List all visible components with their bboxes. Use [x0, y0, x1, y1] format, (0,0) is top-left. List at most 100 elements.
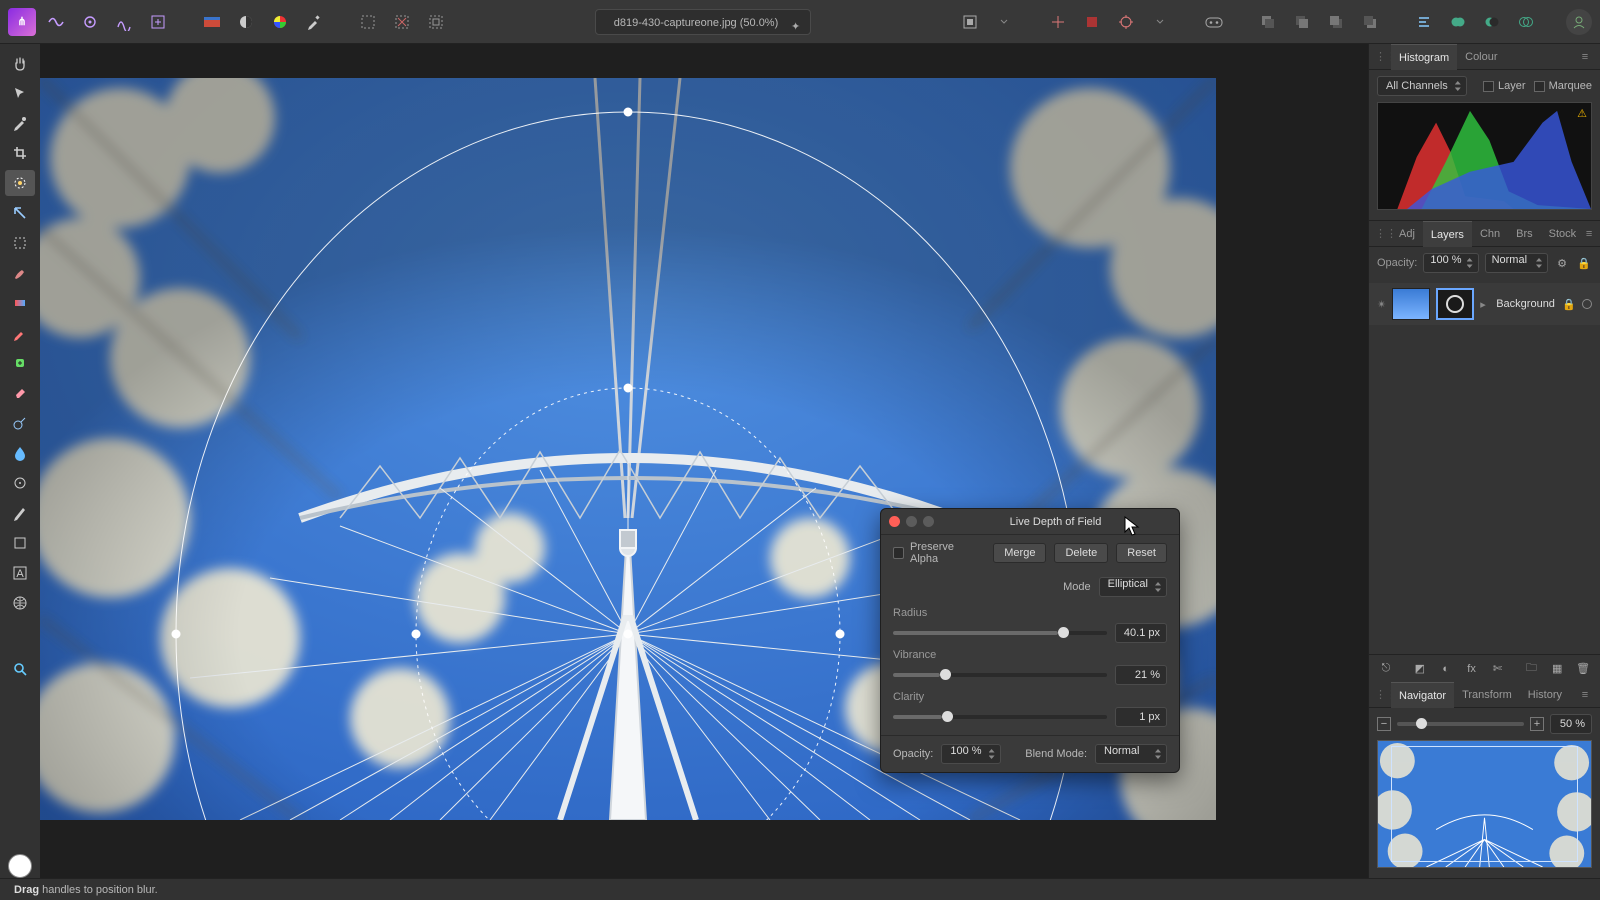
preserve-alpha-checkbox[interactable]: Preserve Alpha	[893, 541, 977, 565]
panel-grip-icon[interactable]: ⋮⋮	[1375, 50, 1387, 63]
gradient-tool[interactable]	[5, 290, 35, 316]
clarity-slider[interactable]	[893, 715, 1107, 719]
dialog-titlebar[interactable]: Live Depth of Field	[881, 509, 1179, 535]
merge-button[interactable]: Merge	[993, 543, 1046, 563]
color-wheel-button[interactable]	[266, 8, 294, 36]
quickmask-button[interactable]	[956, 8, 984, 36]
layer-cog-icon[interactable]: ⚙	[1554, 255, 1570, 271]
tab-brushes[interactable]: Brs	[1508, 221, 1541, 247]
delete-button[interactable]: Delete	[1054, 543, 1108, 563]
text-tool[interactable]: A	[5, 560, 35, 586]
persona-tonemap-button[interactable]	[110, 8, 138, 36]
layer-link-icon[interactable]: ⎋	[1377, 660, 1395, 678]
eyedropper-tool[interactable]	[5, 320, 35, 346]
color-sampler-tool[interactable]	[5, 110, 35, 136]
boolean-add-button[interactable]	[1444, 8, 1472, 36]
navigator-thumbnail[interactable]	[1377, 740, 1592, 868]
dialog-close-icon[interactable]	[889, 516, 900, 527]
histogram-layer-checkbox[interactable]: Layer	[1483, 80, 1526, 92]
mode-select[interactable]: Elliptical	[1099, 577, 1167, 597]
layer-crop-icon[interactable]: ✄	[1489, 660, 1507, 678]
layer-visibility-toggle[interactable]	[1582, 299, 1592, 309]
layer-group-icon[interactable]: 🗀	[1522, 660, 1540, 678]
clone-tool[interactable]	[5, 470, 35, 496]
persona-export-button[interactable]	[144, 8, 172, 36]
select-all-button[interactable]	[354, 8, 382, 36]
marquee-tool[interactable]	[5, 230, 35, 256]
mesh-warp-tool[interactable]	[5, 590, 35, 616]
arrange-backward-button[interactable]	[1288, 8, 1316, 36]
blur-tool[interactable]	[5, 440, 35, 466]
erase-tool[interactable]	[5, 380, 35, 406]
hand-tool[interactable]	[5, 50, 35, 76]
live-filter-dialog[interactable]: Live Depth of Field Preserve Alpha Merge…	[880, 508, 1180, 773]
layer-lock-icon[interactable]: 🔒	[1576, 255, 1592, 271]
panel-grip-icon[interactable]: ⋮⋮	[1375, 227, 1387, 240]
quickmask-dropdown[interactable]	[990, 8, 1018, 36]
radius-slider[interactable]	[893, 631, 1107, 635]
tab-histogram[interactable]: Histogram	[1391, 44, 1457, 70]
tab-layers[interactable]: Layers	[1423, 221, 1472, 247]
snapping-edges-button[interactable]	[1078, 8, 1106, 36]
snapping-dropdown[interactable]	[1146, 8, 1174, 36]
zoom-tool[interactable]	[5, 656, 35, 682]
zoom-in-button[interactable]: +	[1530, 717, 1544, 731]
tab-history[interactable]: History	[1520, 682, 1570, 708]
layer-name[interactable]: Background	[1496, 298, 1556, 310]
layer-lock-indicator-icon[interactable]: 🔒	[1562, 298, 1576, 311]
arrange-forward-button[interactable]	[1322, 8, 1350, 36]
zoom-value[interactable]: 50 %	[1550, 714, 1592, 734]
snapping-button[interactable]	[1044, 8, 1072, 36]
panel-menu-icon[interactable]: ≡	[1576, 51, 1594, 63]
force-pixel-align-button[interactable]	[1112, 8, 1140, 36]
move-tool[interactable]	[5, 80, 35, 106]
shape-tool[interactable]	[5, 530, 35, 556]
flood-select-tool[interactable]	[5, 200, 35, 226]
persona-develop-button[interactable]	[76, 8, 104, 36]
pen-tool[interactable]	[5, 500, 35, 526]
zoom-out-button[interactable]: −	[1377, 717, 1391, 731]
deselect-button[interactable]	[388, 8, 416, 36]
panel-menu-icon[interactable]: ≡	[1576, 689, 1594, 701]
tab-colour[interactable]: Colour	[1457, 44, 1505, 70]
layer-thumbnail[interactable]	[1392, 288, 1430, 320]
histogram-channel-select[interactable]: All Channels	[1377, 76, 1467, 96]
layer-filter-thumbnail[interactable]	[1436, 288, 1474, 320]
layer-adjust-icon[interactable]: ◐	[1437, 660, 1455, 678]
persona-liquify-button[interactable]	[42, 8, 70, 36]
vibrance-slider[interactable]	[893, 673, 1107, 677]
color-picker-button[interactable]	[300, 8, 328, 36]
reselect-button[interactable]	[422, 8, 450, 36]
assistant-button[interactable]	[1200, 8, 1228, 36]
canvas-viewport[interactable]	[40, 44, 1600, 878]
radius-value[interactable]: 40.1 px	[1115, 623, 1167, 643]
dialog-blend-select[interactable]: Normal	[1095, 744, 1167, 764]
layer-fx-icon[interactable]: ✴	[1377, 298, 1386, 311]
boolean-intersect-button[interactable]	[1512, 8, 1540, 36]
arrange-back-button[interactable]	[1254, 8, 1282, 36]
healing-tool[interactable]	[5, 350, 35, 376]
tab-stock[interactable]: Stock	[1541, 221, 1585, 247]
selection-brush-tool[interactable]	[5, 170, 35, 196]
account-button[interactable]	[1566, 9, 1592, 35]
layer-row[interactable]: ✴ ▸ Background 🔒	[1369, 283, 1600, 325]
paint-brush-tool[interactable]	[5, 260, 35, 286]
zoom-slider[interactable]	[1397, 722, 1524, 726]
foreground-swatch[interactable]	[8, 854, 32, 878]
layer-add-icon[interactable]: ▦	[1548, 660, 1566, 678]
align-button[interactable]	[1410, 8, 1438, 36]
crop-tool[interactable]	[5, 140, 35, 166]
tab-channels[interactable]: Chn	[1472, 221, 1508, 247]
layer-fx-button-icon[interactable]: fx	[1463, 660, 1481, 678]
panel-menu-icon[interactable]: ≡	[1584, 228, 1594, 240]
boolean-subtract-button[interactable]	[1478, 8, 1506, 36]
layer-mask-icon[interactable]: ◩	[1411, 660, 1429, 678]
swatches-button[interactable]	[198, 8, 226, 36]
layers-opacity-input[interactable]: 100 %	[1423, 253, 1478, 273]
layer-disclose-icon[interactable]: ▸	[1480, 298, 1490, 311]
reset-button[interactable]: Reset	[1116, 543, 1167, 563]
dialog-opacity-input[interactable]: 100 %	[941, 744, 1000, 764]
arrange-front-button[interactable]	[1356, 8, 1384, 36]
navigator-view-rect[interactable]	[1391, 746, 1578, 862]
dodge-tool[interactable]	[5, 410, 35, 436]
